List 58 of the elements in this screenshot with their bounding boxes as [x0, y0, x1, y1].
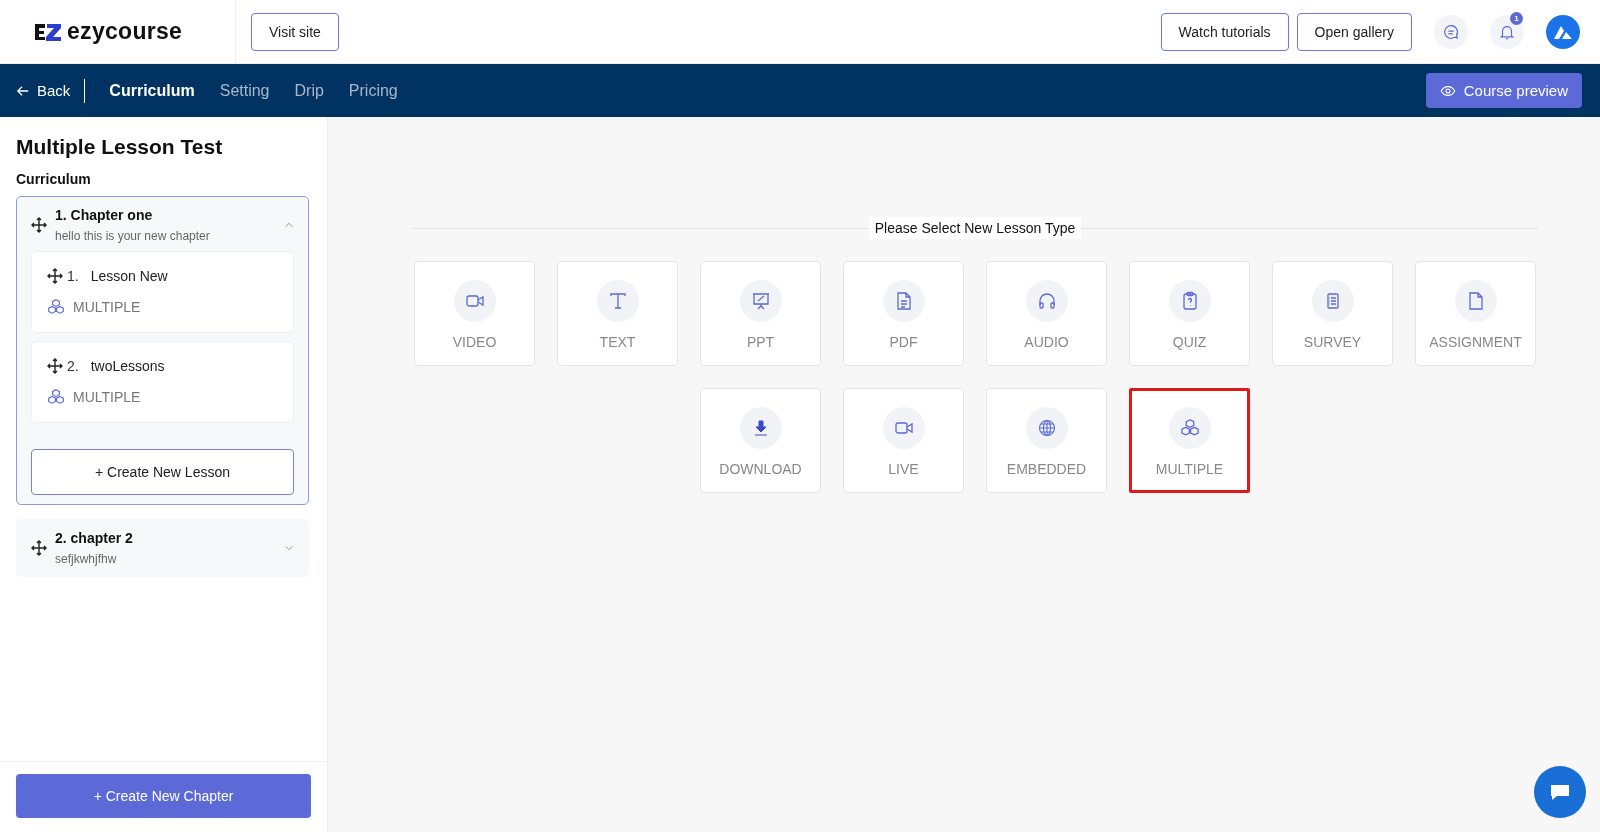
nav-tab[interactable]: Drip [294, 81, 324, 100]
lesson-type: MULTIPLE [73, 389, 141, 405]
arrow-left-icon [16, 83, 30, 98]
notification-badge: 1 [1510, 11, 1523, 25]
cubes-icon [47, 388, 65, 406]
presentation-board-icon [750, 291, 771, 311]
lesson-type: MULTIPLE [73, 299, 141, 315]
move-icon[interactable] [47, 268, 63, 284]
chat-button[interactable] [1434, 14, 1468, 49]
letter-t-icon [607, 291, 628, 311]
section-label: Curriculum [16, 171, 92, 187]
lesson-type-tile[interactable]: DOWNLOAD [700, 388, 821, 493]
notifications-button[interactable]: 1 [1490, 14, 1524, 49]
move-icon[interactable] [31, 540, 47, 556]
chapter-card[interactable]: 2. chapter 2 sefjkwhjfhw [16, 519, 309, 577]
chapter-title: 2. chapter 2 [55, 530, 134, 546]
lesson-type-tile[interactable]: QUIZ [1129, 261, 1250, 366]
nav-tab[interactable]: Pricing [348, 81, 398, 100]
user-avatar[interactable] [1546, 14, 1580, 49]
create-lesson-button[interactable]: + Create New Lesson [31, 449, 294, 495]
visit-site-button[interactable]: Visit site [251, 12, 339, 51]
chapter-card[interactable]: 1. Chapter one hello this is your new chapter 1. Lesson New MULTIPLE 2. twoLessons MULTIPLE + Create New Lesson [16, 196, 309, 505]
section-heading: Please Select New Lesson Type [868, 217, 1082, 239]
lesson-number: 2. [67, 358, 79, 374]
globe-icon [1036, 418, 1057, 438]
headphones-icon [1036, 291, 1057, 311]
lesson-title: Lesson New [90, 268, 168, 284]
course-preview-button[interactable]: Course preview [1425, 73, 1582, 108]
lesson-type-tile[interactable]: TEXT [557, 261, 678, 366]
lesson-type-tile[interactable]: ASSIGNMENT [1415, 261, 1536, 366]
nav-tab[interactable]: Curriculum [109, 81, 195, 100]
open-gallery-button[interactable]: Open gallery [1296, 12, 1412, 51]
cubes-icon [47, 298, 65, 316]
lesson-number: 1. [67, 268, 79, 284]
lesson-card[interactable]: 2. twoLessons MULTIPLE [31, 341, 294, 423]
lesson-type-tile[interactable]: LIVE [843, 388, 964, 493]
lesson-type-tile[interactable]: SURVEY [1272, 261, 1393, 366]
back-button[interactable]: Back [16, 82, 71, 99]
lesson-type-tile[interactable]: EMBEDDED [986, 388, 1107, 493]
lesson-card[interactable]: 1. Lesson New MULTIPLE [31, 251, 294, 333]
course-title: Multiple Lesson Test [16, 135, 224, 159]
logo-text: ezycourse [67, 18, 183, 45]
chapter-title: 1. Chapter one [55, 207, 154, 223]
chapter-description: hello this is your new chapter [55, 229, 211, 243]
create-chapter-button[interactable]: + Create New Chapter [16, 774, 311, 818]
lesson-title: twoLessons [90, 358, 165, 374]
move-icon[interactable] [31, 217, 47, 233]
lesson-type-tile[interactable]: MULTIPLE [1129, 388, 1250, 493]
lesson-type-tile[interactable]: PDF [843, 261, 964, 366]
chapter-description: sefjkwhjfhw [55, 552, 118, 566]
lesson-type-tile[interactable]: PPT [700, 261, 821, 366]
chat-bubble-icon [1442, 22, 1460, 41]
move-icon[interactable] [47, 358, 63, 374]
watch-tutorials-button[interactable]: Watch tutorials [1160, 12, 1289, 51]
cubes-icon [1179, 418, 1200, 438]
lesson-type-tile[interactable]: AUDIO [986, 261, 1107, 366]
lesson-type-tile[interactable]: VIDEO [414, 261, 535, 366]
nav-tab[interactable]: Setting [219, 81, 270, 100]
